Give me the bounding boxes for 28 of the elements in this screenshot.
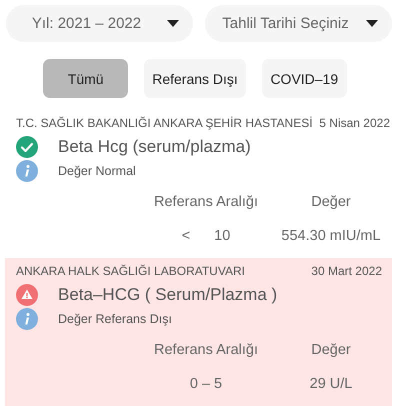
reference-range: 0 – 5 <box>190 376 222 392</box>
result-date: 5 Nisan 2022 <box>319 116 390 130</box>
reference-operator: < <box>182 228 190 244</box>
filter-tab[interactable]: COVID–19 <box>262 59 347 98</box>
info-icon <box>16 308 38 330</box>
filter-tab[interactable]: Tümü <box>43 59 128 98</box>
caret-icon <box>167 20 179 27</box>
result-value: 554.30 mIU/mL <box>280 228 382 244</box>
dropdown[interactable]: Yıl: 2021 – 2022 <box>6 5 193 42</box>
filter-tab[interactable]: Referans Dışı <box>144 59 246 98</box>
test-name: Beta Hcg (serum/plazma) <box>58 137 251 157</box>
caret-icon <box>366 20 378 27</box>
warning-icon <box>16 284 38 306</box>
test-name: Beta–HCG ( Serum/Plazma ) <box>58 285 278 305</box>
info-icon <box>16 160 38 182</box>
result-value: 29 U/L <box>308 376 354 392</box>
column-header: Değer <box>310 194 352 210</box>
institution-name: ANKARA HALK SAĞLIĞI LABORATUVARI <box>16 264 245 278</box>
result-date: 30 Mart 2022 <box>311 264 382 278</box>
reference-range: 10 <box>214 228 230 244</box>
institution-name: T.C. SAĞLIK BAKANLIĞI ANKARA ŞEHİR HASTANESİ <box>16 116 313 130</box>
status-text: Değer Referans Dışı <box>58 312 172 326</box>
status-text: Değer Normal <box>58 164 136 178</box>
dropdown[interactable]: Tahlil Tarihi Seçiniz <box>205 5 392 42</box>
column-header: Referans Aralığı <box>153 194 259 210</box>
check-icon <box>16 136 38 158</box>
column-header: Referans Aralığı <box>153 342 259 358</box>
column-header: Değer <box>310 342 352 358</box>
